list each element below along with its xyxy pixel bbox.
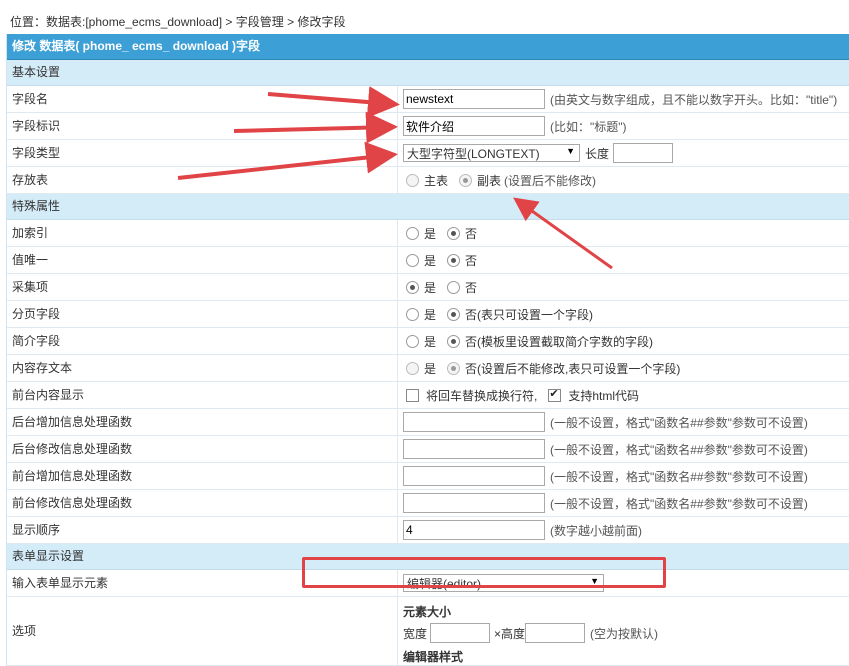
arrow-to-store-table [513,197,613,270]
arrow-to-field-type [177,141,398,180]
highlight-box-input-element [302,557,666,588]
arrow-to-field-ident [233,111,398,144]
arrow-to-field-name [267,86,400,119]
